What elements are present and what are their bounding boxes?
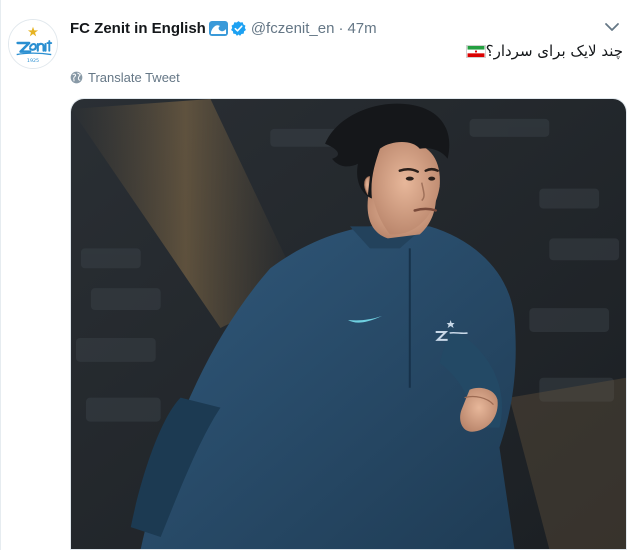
zenit-logo-icon: 1925 <box>9 20 57 68</box>
tweet-header: FC Zenit in English @fczenit_en · 47m <box>70 16 377 40</box>
tweet-text-content: چند لایک برای سردار؟ <box>485 42 623 60</box>
wave-emoji-icon <box>208 20 228 36</box>
avatar[interactable]: 1925 <box>8 19 58 69</box>
separator-dot: · <box>338 19 344 37</box>
tweet-photo[interactable] <box>70 98 627 550</box>
player-photo <box>71 99 626 549</box>
translate-tweet-link[interactable]: Translate Tweet <box>70 70 180 85</box>
svg-text:1925: 1925 <box>27 58 39 64</box>
globe-icon <box>70 71 83 84</box>
tweet-card[interactable]: 1925 FC Zenit in English @fczenit_en · 4… <box>0 0 637 550</box>
translate-label: Translate Tweet <box>88 70 180 85</box>
tweet-text: چند لایک برای سردار؟ <box>462 40 623 62</box>
user-handle[interactable]: @fczenit_en <box>251 20 335 37</box>
iran-flag-emoji <box>465 44 486 58</box>
tweet-timestamp[interactable]: 47m <box>347 20 376 37</box>
chevron-down-icon[interactable] <box>603 20 621 34</box>
verified-badge-icon <box>230 20 246 36</box>
display-name[interactable]: FC Zenit in English <box>70 20 206 37</box>
